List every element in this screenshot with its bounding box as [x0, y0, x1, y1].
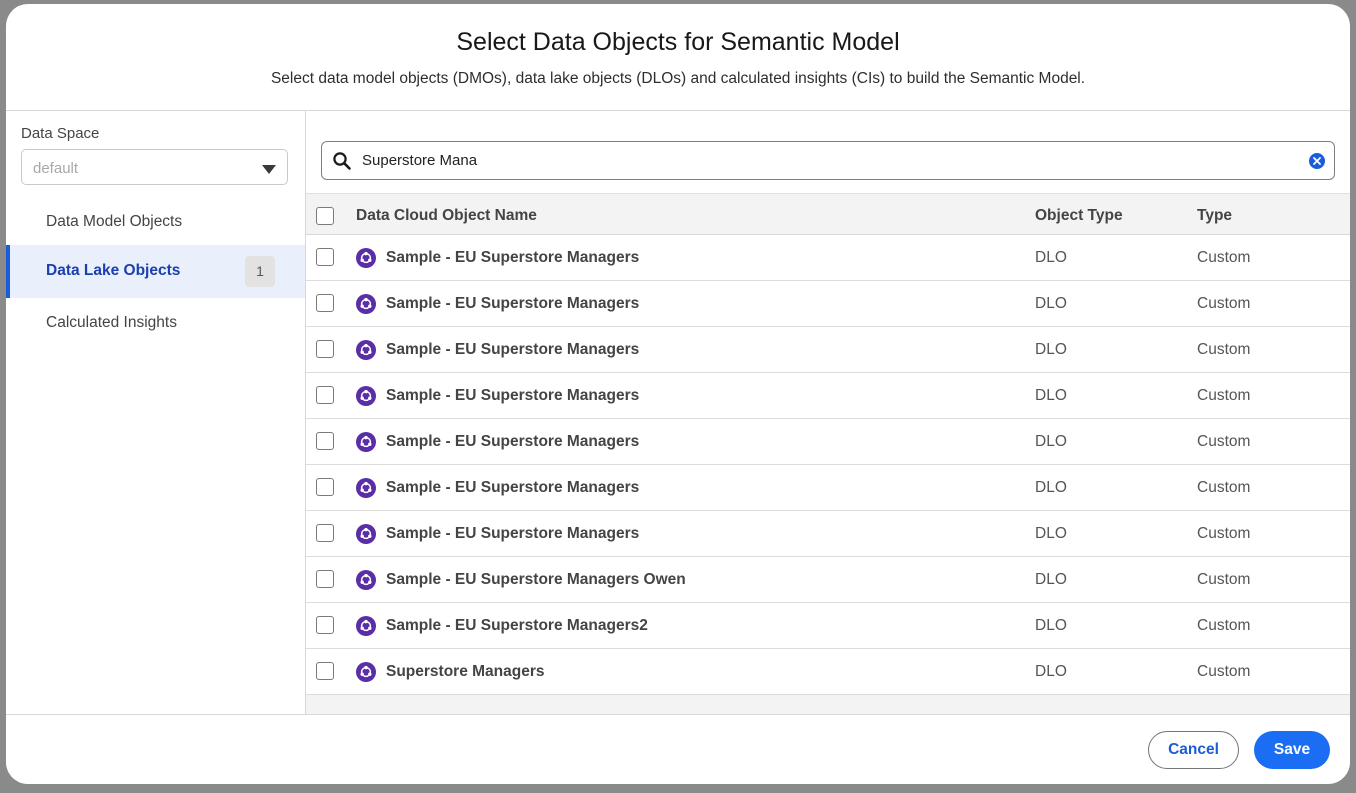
data-lake-object-icon [356, 616, 376, 636]
row-object-name: Sample - EU Superstore Managers [386, 479, 640, 496]
row-checkbox[interactable] [316, 340, 334, 358]
row-type: Custom [1197, 617, 1251, 634]
row-object-name: Sample - EU Superstore Managers [386, 525, 640, 542]
row-object-type: DLO [1035, 249, 1067, 266]
table-row[interactable]: Superstore Managers DLO Custom [306, 649, 1350, 695]
data-lake-object-icon [356, 662, 376, 682]
table-header: Data Cloud Object Name Object Type Type [306, 193, 1350, 235]
chevron-down-icon [262, 165, 276, 174]
row-checkbox[interactable] [316, 248, 334, 266]
row-checkbox[interactable] [316, 616, 334, 634]
row-object-name: Sample - EU Superstore Managers [386, 295, 640, 312]
search-box [321, 141, 1335, 180]
sidebar-item-calculated-insights[interactable]: Calculated Insights [6, 297, 305, 350]
table-row[interactable]: Sample - EU Superstore Managers2 DLO Cus… [306, 603, 1350, 649]
data-lake-object-icon [356, 570, 376, 590]
sidebar-item-label: Data Lake Objects [46, 262, 181, 279]
row-checkbox[interactable] [316, 524, 334, 542]
row-object-name: Sample - EU Superstore Managers [386, 433, 640, 450]
row-type: Custom [1197, 479, 1251, 496]
row-type: Custom [1197, 525, 1251, 542]
row-type: Custom [1197, 295, 1251, 312]
row-type: Custom [1197, 341, 1251, 358]
row-object-type: DLO [1035, 433, 1067, 450]
data-space-select[interactable]: default [21, 149, 288, 185]
select-data-objects-modal: Select Data Objects for Semantic Model S… [6, 4, 1350, 784]
data-lake-object-icon [356, 386, 376, 406]
cancel-button[interactable]: Cancel [1148, 731, 1239, 769]
table-row[interactable]: Sample - EU Superstore Managers DLO Cust… [306, 511, 1350, 557]
data-space-value: default [33, 160, 79, 177]
column-header-type[interactable]: Type [1197, 207, 1232, 225]
row-object-type: DLO [1035, 341, 1067, 358]
row-checkbox[interactable] [316, 432, 334, 450]
selected-count-badge: 1 [245, 256, 275, 287]
row-checkbox[interactable] [316, 662, 334, 680]
search-icon [333, 152, 351, 170]
data-lake-object-icon [356, 478, 376, 498]
sidebar-item-label: Calculated Insights [46, 314, 177, 331]
sidebar-item-data-lake-objects[interactable]: Data Lake Objects 1 [6, 245, 305, 298]
row-object-type: DLO [1035, 617, 1067, 634]
data-lake-object-icon [356, 294, 376, 314]
row-checkbox[interactable] [316, 478, 334, 496]
data-lake-object-icon [356, 340, 376, 360]
select-all-checkbox[interactable] [316, 207, 334, 225]
row-object-name: Sample - EU Superstore Managers2 [386, 617, 648, 634]
row-object-type: DLO [1035, 387, 1067, 404]
row-object-type: DLO [1035, 479, 1067, 496]
table-row[interactable]: Sample - EU Superstore Managers DLO Cust… [306, 327, 1350, 373]
row-object-type: DLO [1035, 663, 1067, 680]
column-header-object-type[interactable]: Object Type [1035, 207, 1123, 225]
row-object-name: Superstore Managers [386, 663, 545, 680]
sidebar-item-label: Data Model Objects [46, 213, 183, 230]
row-object-type: DLO [1035, 571, 1067, 588]
data-space-label: Data Space [21, 125, 100, 142]
modal-subtitle: Select data model objects (DMOs), data l… [270, 70, 1086, 87]
objects-table: Data Cloud Object Name Object Type Type … [306, 193, 1350, 714]
table-row[interactable]: Sample - EU Superstore Managers DLO Cust… [306, 465, 1350, 511]
modal-title: Select Data Objects for Semantic Model [456, 28, 900, 56]
data-lake-object-icon [356, 432, 376, 452]
row-object-type: DLO [1035, 525, 1067, 542]
search-input[interactable] [360, 148, 1294, 173]
row-type: Custom [1197, 571, 1251, 588]
column-header-name[interactable]: Data Cloud Object Name [356, 207, 537, 225]
table-row[interactable]: Sample - EU Superstore Managers DLO Cust… [306, 281, 1350, 327]
modal-footer: Cancel Save [6, 714, 1350, 784]
row-type: Custom [1197, 387, 1251, 404]
sidebar-item-data-model-objects[interactable]: Data Model Objects [6, 196, 305, 249]
sidebar: Data Space default Data Model Objects Da… [6, 111, 306, 714]
data-lake-object-icon [356, 524, 376, 544]
clear-icon[interactable] [1309, 153, 1325, 169]
row-type: Custom [1197, 663, 1251, 680]
row-object-type: DLO [1035, 295, 1067, 312]
row-checkbox[interactable] [316, 570, 334, 588]
table-row[interactable]: Sample - EU Superstore Managers DLO Cust… [306, 373, 1350, 419]
modal-header: Select Data Objects for Semantic Model S… [6, 4, 1350, 111]
row-object-name: Sample - EU Superstore Managers [386, 387, 640, 404]
table-row[interactable]: Sample - EU Superstore Managers Owen DLO… [306, 557, 1350, 603]
row-checkbox[interactable] [316, 386, 334, 404]
row-object-name: Sample - EU Superstore Managers [386, 341, 640, 358]
row-type: Custom [1197, 433, 1251, 450]
row-type: Custom [1197, 249, 1251, 266]
row-object-name: Sample - EU Superstore Managers [386, 249, 640, 266]
table-row[interactable]: Sample - EU Superstore Managers DLO Cust… [306, 419, 1350, 465]
data-lake-object-icon [356, 248, 376, 268]
table-row[interactable]: Sample - EU Superstore Managers DLO Cust… [306, 235, 1350, 281]
row-checkbox[interactable] [316, 294, 334, 312]
row-object-name: Sample - EU Superstore Managers Owen [386, 571, 686, 588]
save-button[interactable]: Save [1254, 731, 1330, 769]
